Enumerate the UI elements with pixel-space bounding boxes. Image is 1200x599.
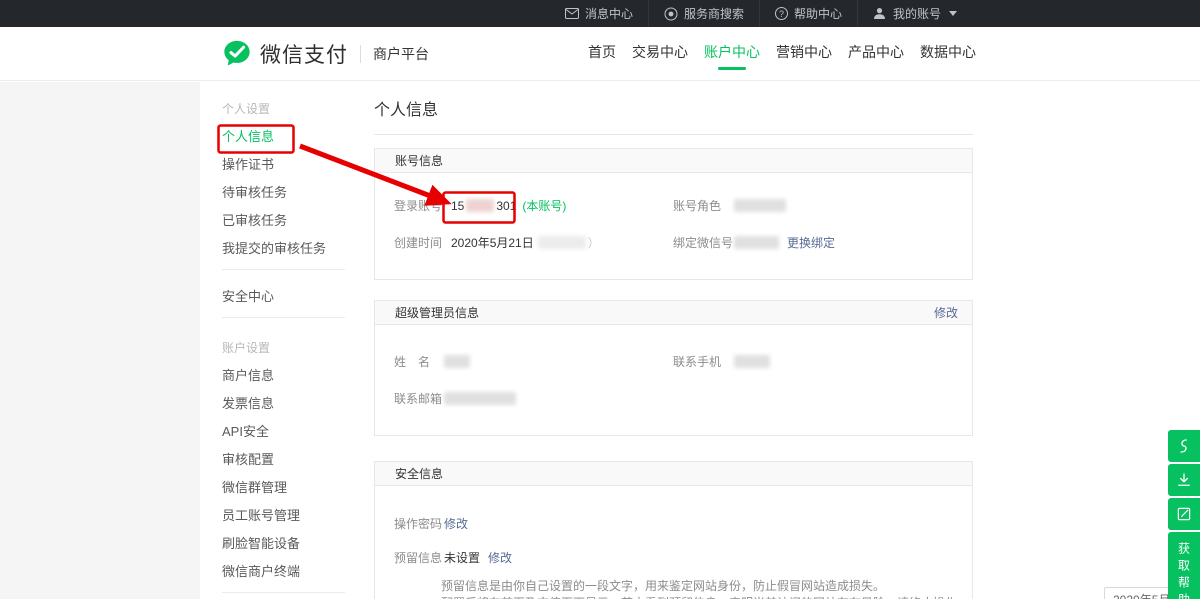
contact-email-redacted <box>444 392 516 405</box>
current-account-tag: (本账号) <box>522 197 566 214</box>
help-center-menu[interactable]: ? 帮助中心 <box>759 0 857 27</box>
sidebar-item-pending-review-tasks[interactable]: 待审核任务 <box>222 179 345 207</box>
sidebar-item-my-submitted-tasks[interactable]: 我提交的审核任务 <box>222 235 345 263</box>
brand-separator <box>360 45 361 63</box>
sp-search-menu[interactable]: 服务商搜索 <box>648 0 759 27</box>
created-time-value: 2020年5月21日 ） <box>451 234 600 251</box>
help-center-label: 帮助中心 <box>794 5 842 22</box>
nav-home[interactable]: 首页 <box>588 38 616 70</box>
bound-wechat-redacted <box>734 236 779 249</box>
sp-search-label: 服务商搜索 <box>684 5 744 22</box>
sidebar-item-review-config[interactable]: 审核配置 <box>222 446 345 474</box>
help-icon: ? <box>775 7 788 20</box>
super-admin-card: 超级管理员信息 修改 姓 名 联系手机 联系邮箱 <box>374 300 973 436</box>
reserved-info-edit-link[interactable]: 修改 <box>488 549 512 566</box>
mail-icon <box>565 7 579 21</box>
page-body: 个人设置 个人信息 操作证书 待审核任务 已审核任务 我提交的审核任务 安全中心… <box>0 82 1200 599</box>
sidebar-item-merchant-terminal[interactable]: 微信商户终端 <box>222 558 345 586</box>
reserved-info-label: 预留信息 <box>394 549 444 566</box>
portal-name: 商户平台 <box>373 44 429 64</box>
security-section-title: 安全信息 <box>395 465 443 482</box>
operation-password-label: 操作密码 <box>394 515 444 532</box>
account-info-section-title: 账号信息 <box>395 152 443 169</box>
floating-toolbar: 获取帮助 <box>1168 430 1200 599</box>
sidebar: 个人设置 个人信息 操作证书 待审核任务 已审核任务 我提交的审核任务 安全中心… <box>200 82 345 599</box>
nav-account-center[interactable]: 账户中心 <box>704 38 760 70</box>
security-info-card: 安全信息 操作密码 修改 预留信息 未设置 修改 预留 <box>374 461 973 599</box>
contact-email-label: 联系邮箱 <box>394 390 444 407</box>
main-nav: 首页 交易中心 账户中心 营销中心 产品中心 数据中心 <box>588 38 976 70</box>
feedback-button[interactable] <box>1168 498 1200 530</box>
sidebar-divider <box>222 317 345 318</box>
my-account-menu[interactable]: 我的账号 <box>857 0 972 27</box>
nav-product-center[interactable]: 产品中心 <box>848 38 904 70</box>
sidebar-divider <box>222 592 345 593</box>
search-icon <box>664 7 678 21</box>
download-icon <box>1175 471 1193 489</box>
account-role-redacted <box>734 199 786 212</box>
bound-wechat-label: 绑定微信号 <box>673 234 734 251</box>
account-info-card: 账号信息 登录账号 15 301 (本账号) 账号角色 <box>374 148 973 280</box>
link-icon <box>1175 437 1193 455</box>
super-admin-edit-link[interactable]: 修改 <box>934 304 958 321</box>
topbar: 消息中心 服务商搜索 ? 帮助中心 我的账号 <box>0 0 1200 27</box>
header: 微信支付 商户平台 首页 交易中心 账户中心 营销中心 产品中心 数据中心 <box>0 27 1200 81</box>
get-help-button[interactable]: 获取帮助 <box>1168 532 1200 599</box>
sidebar-item-merchant-info[interactable]: 商户信息 <box>222 362 345 390</box>
sidebar-item-operation-certificate[interactable]: 操作证书 <box>222 151 345 179</box>
caret-down-icon <box>949 11 957 16</box>
login-account-label: 登录账号 <box>394 197 451 214</box>
nav-transaction-center[interactable]: 交易中心 <box>632 38 688 70</box>
super-admin-section-title: 超级管理员信息 <box>395 304 479 321</box>
nav-data-center[interactable]: 数据中心 <box>920 38 976 70</box>
title-divider <box>374 134 973 135</box>
account-role-label: 账号角色 <box>673 197 734 214</box>
change-binding-link[interactable]: 更换绑定 <box>787 234 835 251</box>
sidebar-item-personal-info[interactable]: 个人信息 <box>222 123 345 151</box>
created-time-label: 创建时间 <box>394 234 451 251</box>
brand-logo[interactable]: 微信支付 商户平台 <box>222 39 429 69</box>
feedback-icon <box>1175 505 1193 523</box>
message-center-label: 消息中心 <box>585 5 633 22</box>
sidebar-item-reviewed-tasks[interactable]: 已审核任务 <box>222 207 345 235</box>
reserved-info-description: 预留信息是由你自己设置的一段文字，用来鉴定网站身份，防止假冒网站造成损失。 配置… <box>441 578 972 599</box>
download-button[interactable] <box>1168 464 1200 496</box>
my-account-label: 我的账号 <box>893 5 941 22</box>
contact-phone-label: 联系手机 <box>673 353 734 370</box>
sidebar-divider <box>222 269 345 270</box>
wechat-pay-logo-icon <box>222 39 252 69</box>
brand-name: 微信支付 <box>260 39 348 69</box>
left-gutter <box>0 82 200 599</box>
sidebar-item-face-device[interactable]: 刷脸智能设备 <box>222 530 345 558</box>
sidebar-header-account-settings: 账户设置 <box>222 334 345 362</box>
message-center-menu[interactable]: 消息中心 <box>550 0 648 27</box>
password-edit-link[interactable]: 修改 <box>444 515 468 532</box>
login-account-redacted <box>466 199 494 212</box>
reserved-info-value: 未设置 <box>444 549 480 566</box>
admin-name-redacted <box>444 355 470 368</box>
login-account-value: 15 301 (本账号) <box>451 197 566 214</box>
main-content: 个人信息 账号信息 登录账号 15 301 (本账号) <box>374 82 973 599</box>
admin-name-label: 姓 名 <box>394 353 444 370</box>
sidebar-item-api-security[interactable]: API安全 <box>222 418 345 446</box>
sidebar-header-personal-settings: 个人设置 <box>222 95 345 123</box>
sidebar-item-wechat-group-mgmt[interactable]: 微信群管理 <box>222 474 345 502</box>
sidebar-item-invoice-info[interactable]: 发票信息 <box>222 390 345 418</box>
created-time-redacted <box>538 236 586 249</box>
page-title: 个人信息 <box>374 100 973 122</box>
contact-phone-redacted <box>734 355 770 368</box>
link-button[interactable] <box>1168 430 1200 462</box>
sidebar-item-staff-account-mgmt[interactable]: 员工账号管理 <box>222 502 345 530</box>
nav-marketing-center[interactable]: 营销中心 <box>776 38 832 70</box>
sidebar-item-security-center[interactable]: 安全中心 <box>222 283 345 311</box>
user-icon <box>873 7 887 21</box>
